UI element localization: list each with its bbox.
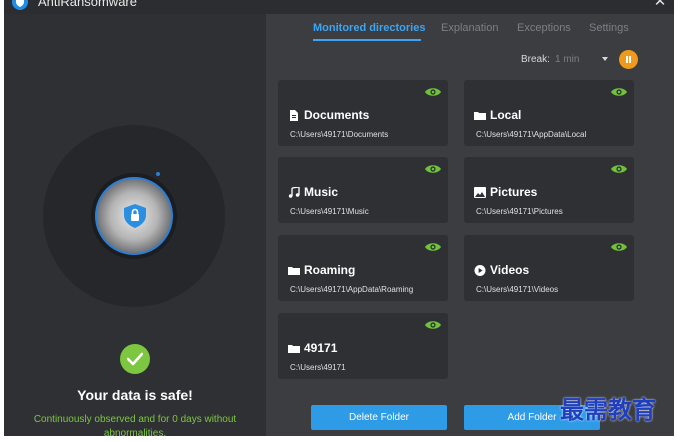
eye-icon[interactable] bbox=[424, 319, 442, 331]
eye-icon[interactable] bbox=[610, 163, 628, 175]
status-subtitle: Continuously observed and for 0 days wit… bbox=[33, 414, 237, 439]
radar-display bbox=[43, 125, 225, 307]
break-value: 1 min bbox=[555, 54, 580, 65]
folder-card-pictures[interactable]: Pictures C:\Users\49171\Pictures bbox=[464, 157, 634, 223]
folder-card-49171[interactable]: 49171 C:\Users\49171 bbox=[278, 313, 448, 379]
tab-monitored-directories[interactable]: Monitored directories bbox=[313, 22, 425, 34]
folder-card-local[interactable]: Local C:\Users\49171\AppData\Local bbox=[464, 80, 634, 146]
image-icon bbox=[474, 187, 486, 198]
folder-name: Roaming bbox=[304, 263, 356, 277]
app-window: AntiRansomware ✕ Your data is safe! Cont… bbox=[4, 0, 674, 439]
tab-exceptions[interactable]: Exceptions bbox=[517, 22, 571, 34]
folder-icon bbox=[474, 112, 486, 120]
app-logo-icon bbox=[12, 0, 28, 10]
tab-explanation[interactable]: Explanation bbox=[441, 22, 499, 34]
folder-path: C:\Users\49171\Music bbox=[290, 207, 369, 216]
folder-path: C:\Users\49171\Videos bbox=[476, 285, 559, 294]
folder-card-roaming[interactable]: Roaming C:\Users\49171\AppData\Roaming bbox=[278, 235, 448, 301]
eye-icon[interactable] bbox=[424, 86, 442, 98]
folder-name: Videos bbox=[490, 263, 530, 277]
status-title: Your data is safe! bbox=[77, 387, 193, 403]
folder-path: C:\Users\49171\AppData\Roaming bbox=[290, 285, 414, 294]
close-icon[interactable]: ✕ bbox=[652, 0, 668, 10]
folder-name: Pictures bbox=[490, 185, 538, 199]
folder-card-videos[interactable]: Videos C:\Users\49171\Videos bbox=[464, 235, 634, 301]
folder-icon bbox=[288, 267, 300, 275]
check-icon bbox=[120, 344, 150, 374]
break-dropdown[interactable]: 1 min bbox=[552, 52, 610, 68]
break-label: Break: bbox=[521, 54, 550, 65]
folder-name: Documents bbox=[304, 108, 370, 122]
delete-folder-button[interactable]: Delete Folder bbox=[311, 405, 447, 430]
pause-button[interactable] bbox=[619, 50, 638, 69]
folder-icon bbox=[288, 345, 300, 353]
title-bar: AntiRansomware ✕ bbox=[4, 0, 674, 14]
folder-path: C:\Users\49171\Documents bbox=[290, 130, 389, 139]
status-panel: Your data is safe! Continuously observed… bbox=[4, 14, 266, 439]
eye-icon[interactable] bbox=[610, 86, 628, 98]
shield-lock-icon bbox=[124, 204, 146, 228]
folder-name: Music bbox=[304, 185, 339, 199]
chevron-down-icon bbox=[602, 57, 608, 61]
folder-card-music[interactable]: Music C:\Users\49171\Music bbox=[278, 157, 448, 223]
play-icon bbox=[474, 265, 486, 276]
music-icon bbox=[288, 187, 300, 198]
active-tab-underline bbox=[313, 39, 421, 41]
app-title: AntiRansomware bbox=[38, 0, 137, 9]
folder-path: C:\Users\49171\AppData\Local bbox=[476, 130, 587, 139]
folder-path: C:\Users\49171\Pictures bbox=[476, 207, 563, 216]
eye-icon[interactable] bbox=[424, 241, 442, 253]
tab-settings[interactable]: Settings bbox=[589, 22, 629, 34]
radar-indicator bbox=[156, 172, 160, 176]
watermark-text: 最需教育 bbox=[560, 395, 656, 424]
radar-core bbox=[95, 177, 173, 255]
folder-name: Local bbox=[490, 108, 522, 122]
eye-icon[interactable] bbox=[610, 241, 628, 253]
folder-name: 49171 bbox=[304, 341, 338, 355]
folder-card-documents[interactable]: Documents C:\Users\49171\Documents bbox=[278, 80, 448, 146]
eye-icon[interactable] bbox=[424, 163, 442, 175]
folder-path: C:\Users\49171 bbox=[290, 363, 346, 372]
document-icon bbox=[290, 110, 298, 121]
